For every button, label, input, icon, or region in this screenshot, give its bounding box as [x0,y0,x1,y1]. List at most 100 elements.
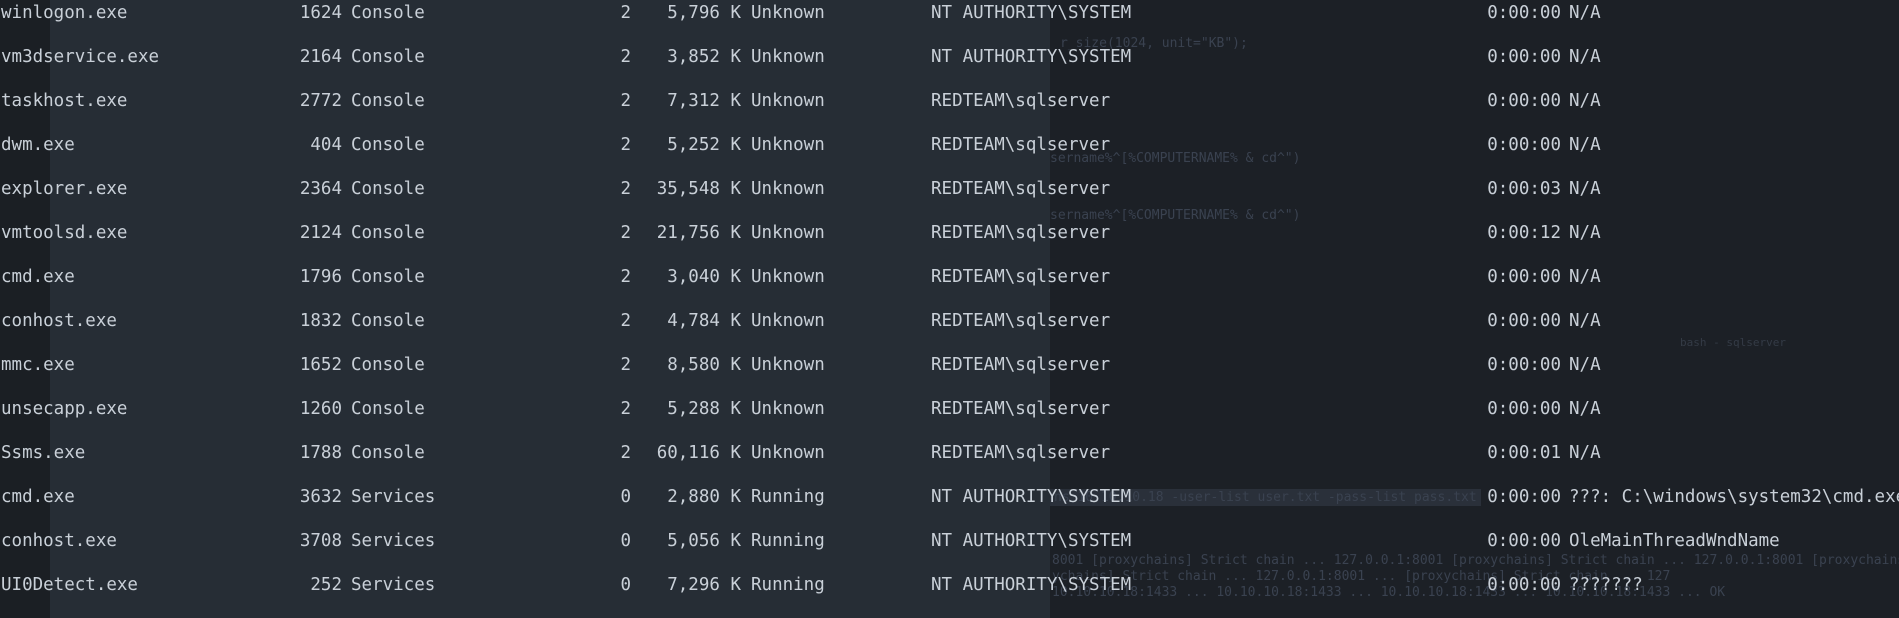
memory-usage: 2,880 K [667,487,741,507]
session-number: 2 [620,267,631,287]
session-name: Console [351,179,425,199]
user-name: REDTEAM\sqlserver [931,355,1111,375]
session-number: 2 [620,91,631,111]
session-number: 2 [620,355,631,375]
session-name: Services [351,487,436,507]
user-name: NT AUTHORITY\SYSTEM [931,487,1132,507]
process-name: unsecapp.exe [1,399,128,419]
memory-usage: 3,852 K [667,47,741,67]
session-name: Console [351,311,425,331]
process-status: Running [751,531,825,551]
process-status: Running [751,487,825,507]
session-name: Services [351,531,436,551]
user-name: NT AUTHORITY\SYSTEM [931,531,1132,551]
process-name: conhost.exe [1,531,117,551]
process-pid: 2772 [299,91,342,111]
process-name: winlogon.exe [1,3,128,23]
session-name: Console [351,135,425,155]
user-name: REDTEAM\sqlserver [931,311,1111,331]
window-title: N/A [1569,399,1601,419]
window-title: N/A [1569,267,1601,287]
process-status: Unknown [751,91,825,111]
session-number: 2 [620,399,631,419]
user-name: REDTEAM\sqlserver [931,179,1111,199]
session-name: Console [351,399,425,419]
process-status: Unknown [751,443,825,463]
window-title: N/A [1569,135,1601,155]
cpu-time: 0:00:00 [1487,3,1561,23]
process-pid: 1624 [299,3,342,23]
session-number: 2 [620,135,631,155]
process-pid: 3632 [299,487,342,507]
process-name: cmd.exe [1,487,75,507]
session-number: 0 [620,575,631,595]
session-number: 0 [620,487,631,507]
process-name: Ssms.exe [1,443,86,463]
user-name: REDTEAM\sqlserver [931,443,1111,463]
process-pid: 2364 [299,179,342,199]
memory-usage: 5,056 K [667,531,741,551]
session-name: Services [351,575,436,595]
background-tab-label: bash - sqlserver [1680,336,1786,349]
process-pid: 2124 [299,223,342,243]
cpu-time: 0:00:00 [1487,487,1561,507]
window-title: N/A [1569,179,1601,199]
cpu-time: 0:00:00 [1487,355,1561,375]
memory-usage: 7,312 K [667,91,741,111]
window-title: ??????? [1569,575,1643,595]
window-title: ???: C:\windows\system32\cmd.exe [1569,487,1899,507]
memory-usage: 4,784 K [667,311,741,331]
process-name: explorer.exe [1,179,128,199]
terminal-screen: r_size(1024, unit="KB"); sername%^[%COMP… [0,0,1899,618]
user-name: NT AUTHORITY\SYSTEM [931,47,1132,67]
cpu-time: 0:00:00 [1487,575,1561,595]
cpu-time: 0:00:00 [1487,47,1561,67]
process-name: vmtoolsd.exe [1,223,128,243]
process-pid: 1788 [299,443,342,463]
user-name: REDTEAM\sqlserver [931,223,1111,243]
window-title: N/A [1569,3,1601,23]
session-number: 2 [620,3,631,23]
session-name: Console [351,3,425,23]
process-name: UI0Detect.exe [1,575,138,595]
process-status: Unknown [751,135,825,155]
process-name: mmc.exe [1,355,75,375]
cpu-time: 0:00:00 [1487,399,1561,419]
window-title: N/A [1569,91,1601,111]
session-name: Console [351,223,425,243]
process-pid: 1652 [299,355,342,375]
process-name: dwm.exe [1,135,75,155]
process-status: Unknown [751,311,825,331]
session-name: Console [351,355,425,375]
cpu-time: 0:00:12 [1487,223,1561,243]
user-name: NT AUTHORITY\SYSTEM [931,575,1132,595]
window-title: OleMainThreadWndName [1569,531,1780,551]
memory-usage: 7,296 K [667,575,741,595]
user-name: REDTEAM\sqlserver [931,399,1111,419]
session-number: 2 [620,223,631,243]
process-status: Unknown [751,3,825,23]
user-name: REDTEAM\sqlserver [931,135,1111,155]
process-status: Unknown [751,355,825,375]
session-name: Console [351,91,425,111]
window-title: N/A [1569,311,1601,331]
session-number: 2 [620,311,631,331]
process-name: conhost.exe [1,311,117,331]
memory-usage: 8,580 K [667,355,741,375]
memory-usage: 5,252 K [667,135,741,155]
memory-usage: 35,548 K [656,179,741,199]
process-name: cmd.exe [1,267,75,287]
session-number: 0 [620,531,631,551]
memory-usage: 5,288 K [667,399,741,419]
user-name: REDTEAM\sqlserver [931,91,1111,111]
cpu-time: 0:00:00 [1487,91,1561,111]
cpu-time: 0:00:00 [1487,135,1561,155]
process-pid: 3708 [299,531,342,551]
user-name: NT AUTHORITY\SYSTEM [931,3,1132,23]
cpu-time: 0:00:01 [1487,443,1561,463]
process-status: Unknown [751,267,825,287]
process-name: taskhost.exe [1,91,128,111]
session-number: 2 [620,443,631,463]
process-status: Unknown [751,47,825,67]
cpu-time: 0:00:00 [1487,531,1561,551]
